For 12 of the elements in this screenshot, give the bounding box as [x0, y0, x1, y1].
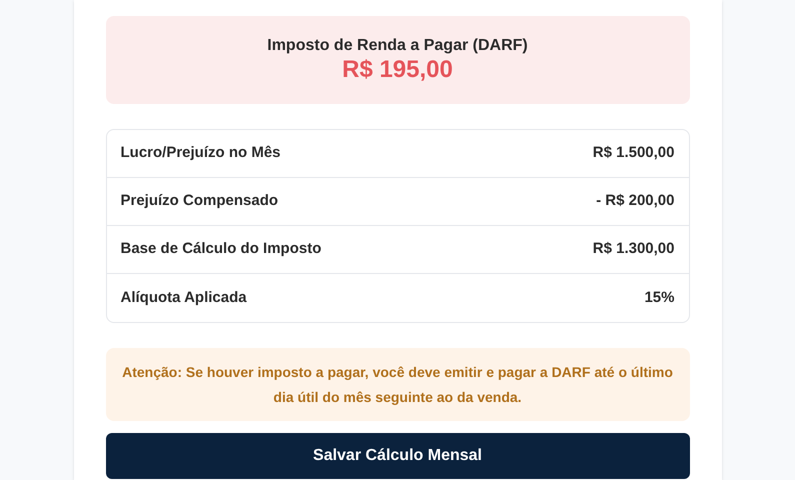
save-button[interactable]: Salvar Cálculo Mensal: [106, 433, 690, 479]
row-label: Lucro/Prejuízo no Mês: [120, 143, 281, 164]
tax-due-amount: R$ 195,00: [342, 56, 453, 84]
row-label: Alíquota Aplicada: [120, 288, 247, 308]
notice-text: Atenção: Se houver imposto a pagar, você deve emitir e pagar a DARF até o último dia útil do mês seguinte ao da venda.: [122, 362, 674, 407]
row-value: R$ 1.300,00: [592, 239, 674, 260]
row-label: Prejuízo Compensado: [120, 191, 278, 212]
row-value: - R$ 200,00: [596, 191, 674, 212]
row-value: 15%: [644, 288, 674, 308]
row-value: R$ 1.500,00: [592, 143, 674, 164]
tax-due-label: Imposto de Renda a Pagar (DARF): [267, 36, 528, 56]
row-label: Base de Cálculo do Imposto: [120, 239, 322, 260]
